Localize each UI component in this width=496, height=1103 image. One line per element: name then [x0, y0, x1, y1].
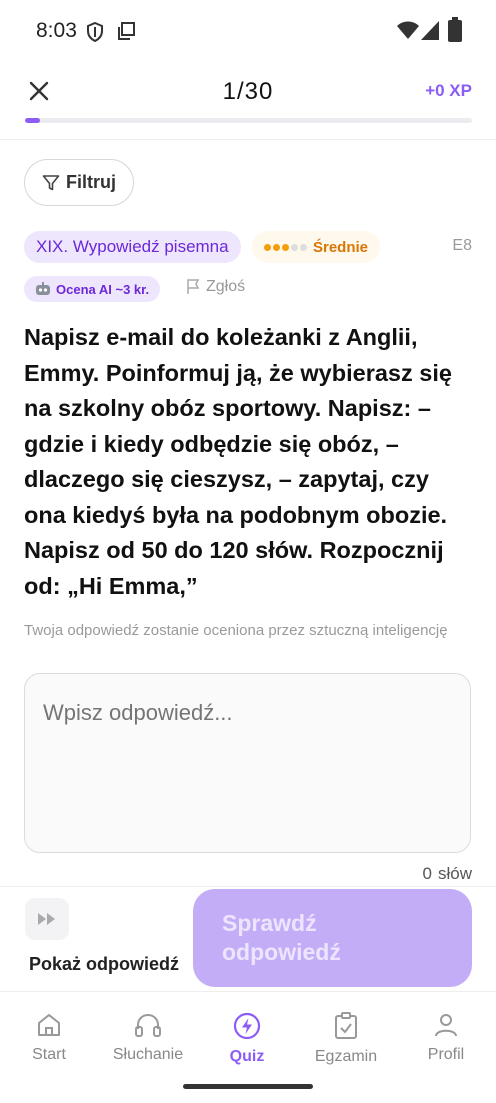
nav-item-sluchanie[interactable]: Słuchanie	[98, 1012, 198, 1064]
headphones-icon	[135, 1013, 161, 1037]
filter-label: Filtruj	[66, 172, 116, 192]
flag-icon	[187, 279, 200, 294]
report-label: Zgłoś	[206, 278, 246, 295]
nav-item-start[interactable]: Start	[0, 1012, 99, 1064]
clipboard-check-icon	[335, 1012, 357, 1039]
difficulty-dots	[264, 243, 307, 251]
question-counter: 1/30	[222, 78, 274, 105]
check-answer-button[interactable]: Sprawdź odpowiedź	[193, 889, 472, 987]
xp-counter: +0 XP	[425, 81, 472, 100]
nav-label-start: Start	[32, 1046, 66, 1063]
copy-icon	[118, 22, 135, 40]
quiz-header: 1/30 +0 XP	[0, 62, 496, 140]
question-code: E8	[452, 237, 472, 254]
quiz-progress-fill	[25, 118, 40, 123]
ai-grading-badge: Ocena AI ~3 kr.	[24, 276, 161, 302]
nav-label-egzamin: Egzamin	[314, 1048, 378, 1065]
nav-item-egzamin[interactable]: Egzamin	[296, 1012, 396, 1066]
word-count: 0 słów	[423, 864, 472, 884]
robot-icon	[36, 282, 50, 295]
person-icon	[435, 1014, 457, 1037]
answer-hint: Twoja odpowiedź zostanie oceniona przez …	[24, 622, 448, 639]
difficulty-badge: Średnie	[252, 231, 381, 263]
nav-item-quiz[interactable]: Quiz	[197, 1012, 297, 1066]
word-count-unit: słów	[437, 864, 472, 883]
answer-input[interactable]	[24, 673, 471, 853]
shield-icon	[87, 22, 103, 42]
wifi-icon	[397, 21, 419, 39]
nav-item-profil[interactable]: Profil	[396, 1012, 496, 1064]
report-button[interactable]: Zgłoś	[186, 278, 245, 296]
home-indicator[interactable]	[183, 1084, 313, 1089]
show-answer-icon-button[interactable]	[25, 898, 69, 940]
nav-label-sluchanie: Słuchanie	[112, 1046, 184, 1063]
status-bar: 8:03	[0, 0, 496, 62]
home-icon	[38, 1014, 60, 1036]
show-answer-button[interactable]: Pokaż odpowiedź	[29, 954, 179, 975]
word-count-value: 0	[422, 864, 432, 883]
difficulty-label: Średnie	[313, 238, 369, 256]
nav-label-quiz: Quiz	[229, 1048, 265, 1065]
fast-forward-icon	[38, 913, 55, 925]
lightning-icon	[233, 1012, 261, 1040]
nav-label-profil: Profil	[427, 1046, 465, 1063]
battery-icon	[448, 17, 462, 42]
filter-icon	[42, 174, 60, 190]
ai-grading-label: Ocena AI ~3 kr.	[56, 281, 150, 297]
status-time: 8:03	[36, 19, 77, 42]
signal-icon	[421, 21, 439, 40]
quiz-progress-bar	[25, 118, 472, 123]
category-badge: XIX. Wypowiedź pisemna	[24, 231, 241, 263]
filter-button[interactable]: Filtruj	[24, 159, 134, 206]
question-text: Napisz e-mail do koleżanki z Anglii, Emm…	[24, 324, 452, 599]
